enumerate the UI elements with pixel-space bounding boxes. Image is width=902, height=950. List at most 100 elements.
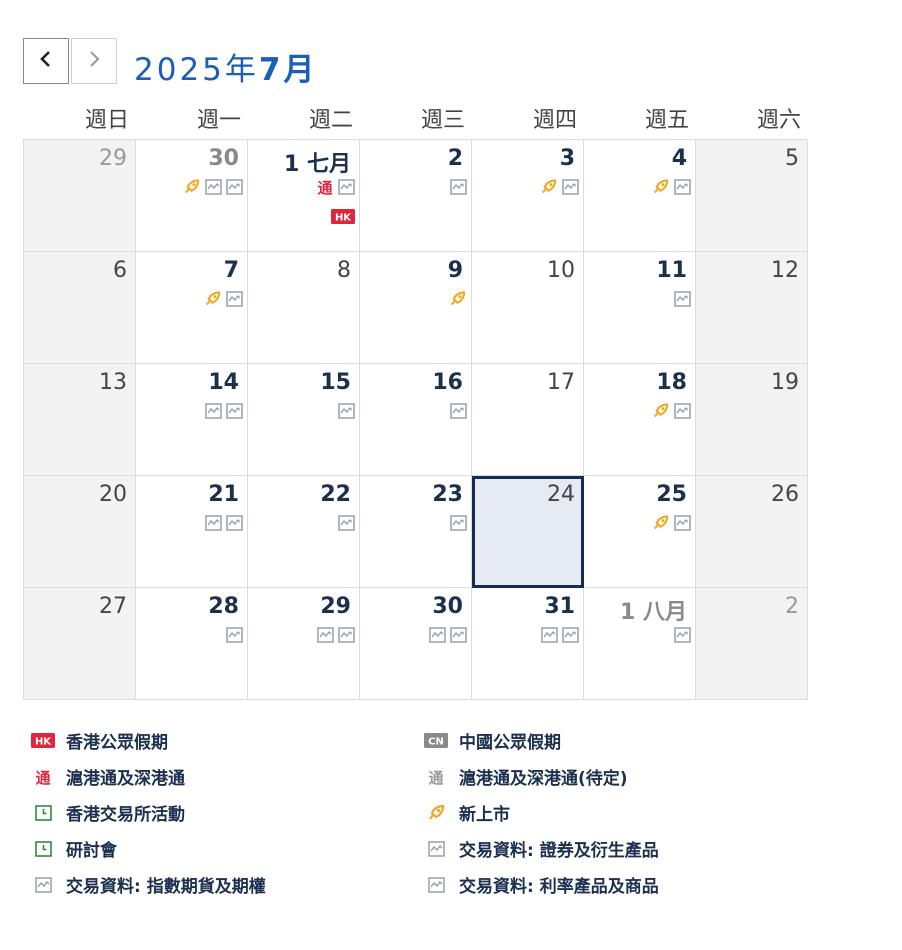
ipo-icon[interactable] [183,178,201,196]
legend-label: 香港交易所活動 [66,805,185,825]
day-cell[interactable]: 20 [24,476,136,588]
day-cell[interactable]: 23 [360,476,472,588]
day-cell[interactable]: 30 [360,588,472,700]
chart-icon[interactable] [225,514,243,532]
day-cell[interactable]: 19 [696,364,808,476]
day-cell[interactable]: 4 [584,140,696,252]
day-number[interactable]: 16 [432,370,463,395]
chart-icon[interactable] [561,626,579,644]
day-cell-today[interactable]: 24 [472,476,584,588]
chart-icon[interactable] [337,178,355,196]
chart-icon[interactable] [673,514,691,532]
chart-icon[interactable] [337,514,355,532]
day-cell[interactable]: 11 [584,252,696,364]
chart-icon[interactable] [673,626,691,644]
chart-icon[interactable] [449,178,467,196]
day-cell[interactable]: 30 [136,140,248,252]
day-cell[interactable]: 18 [584,364,696,476]
day-cell[interactable]: 2 [360,140,472,252]
chart-icon[interactable] [225,402,243,420]
day-number[interactable]: 4 [672,146,687,171]
chart-icon[interactable] [449,402,467,420]
day-number[interactable]: 30 [208,146,239,171]
day-number[interactable]: 29 [320,594,351,619]
day-number[interactable]: 15 [320,370,351,395]
chart-icon[interactable] [449,514,467,532]
chart-icon[interactable] [204,178,222,196]
day-cell[interactable]: 1 七月通 HK [248,140,360,252]
ipo-icon[interactable] [652,514,670,532]
ipo-icon[interactable] [652,178,670,196]
legend-item: 香港交易所活動 [30,800,185,825]
previous-month-button[interactable] [23,38,69,84]
day-number[interactable]: 9 [448,258,463,283]
day-cell[interactable]: 25 [584,476,696,588]
day-number[interactable]: 21 [208,482,239,507]
day-cell[interactable]: 22 [248,476,360,588]
day-number[interactable]: 1 八月 [620,594,687,626]
svg-text:CN: CN [428,737,444,748]
day-number[interactable]: 1 七月 [284,146,351,178]
day-number[interactable]: 18 [656,370,687,395]
day-cell[interactable]: 29 [24,140,136,252]
chart-icon[interactable] [673,178,691,196]
day-cell[interactable]: 8 [248,252,360,364]
day-number[interactable]: 23 [432,482,463,507]
day-number[interactable]: 25 [656,482,687,507]
chart-icon[interactable] [428,626,446,644]
day-cell[interactable]: 28 [136,588,248,700]
day-cell[interactable]: 3 [472,140,584,252]
day-number[interactable]: 11 [656,258,687,283]
chart-icon[interactable] [449,626,467,644]
day-cell[interactable]: 26 [696,476,808,588]
day-cell[interactable]: 17 [472,364,584,476]
day-number[interactable]: 2 [448,146,463,171]
chart-icon[interactable] [225,290,243,308]
day-cell[interactable]: 14 [136,364,248,476]
day-cell[interactable]: 7 [136,252,248,364]
day-cell[interactable]: 13 [24,364,136,476]
day-cell[interactable]: 27 [24,588,136,700]
chart-icon[interactable] [337,402,355,420]
chart-icon[interactable] [673,290,691,308]
day-number[interactable]: 28 [208,594,239,619]
day-number[interactable]: 31 [544,594,575,619]
day-cell[interactable]: 15 [248,364,360,476]
chart-icon[interactable] [561,178,579,196]
next-month-button[interactable] [71,38,117,84]
day-cell[interactable]: 12 [696,252,808,364]
day-number[interactable]: 3 [560,146,575,171]
day-cell[interactable]: 21 [136,476,248,588]
day-cell[interactable]: 9 [360,252,472,364]
ipo-icon[interactable] [449,290,467,308]
ipo-icon[interactable] [652,402,670,420]
chart-icon[interactable] [204,514,222,532]
day-cell[interactable]: 31 [472,588,584,700]
day-number[interactable]: 22 [320,482,351,507]
day-cell[interactable]: 16 [360,364,472,476]
day-cell[interactable]: 10 [472,252,584,364]
day-cell[interactable]: 29 [248,588,360,700]
day-number[interactable]: 14 [208,370,239,395]
day-cell[interactable]: 2 [696,588,808,700]
day-event-icons [204,514,243,532]
weekday-label: 週四 [532,108,577,133]
chart-icon [30,875,56,895]
chart-icon[interactable] [204,402,222,420]
chart-icon[interactable] [540,626,558,644]
chart-icon[interactable] [225,626,243,644]
day-cell[interactable]: 5 [696,140,808,252]
ipo-icon[interactable] [540,178,558,196]
day-cell[interactable]: 6 [24,252,136,364]
day-cell[interactable]: 1 八月 [584,588,696,700]
day-number[interactable]: 7 [224,258,239,283]
day-event-icons [337,514,355,532]
ipo-icon[interactable] [204,290,222,308]
hk-holiday-icon[interactable]: HK [331,209,355,224]
chart-icon[interactable] [673,402,691,420]
chart-icon[interactable] [337,626,355,644]
day-number[interactable]: 30 [432,594,463,619]
connect-icon[interactable]: 通 [316,178,334,196]
chart-icon[interactable] [225,178,243,196]
chart-icon[interactable] [316,626,334,644]
